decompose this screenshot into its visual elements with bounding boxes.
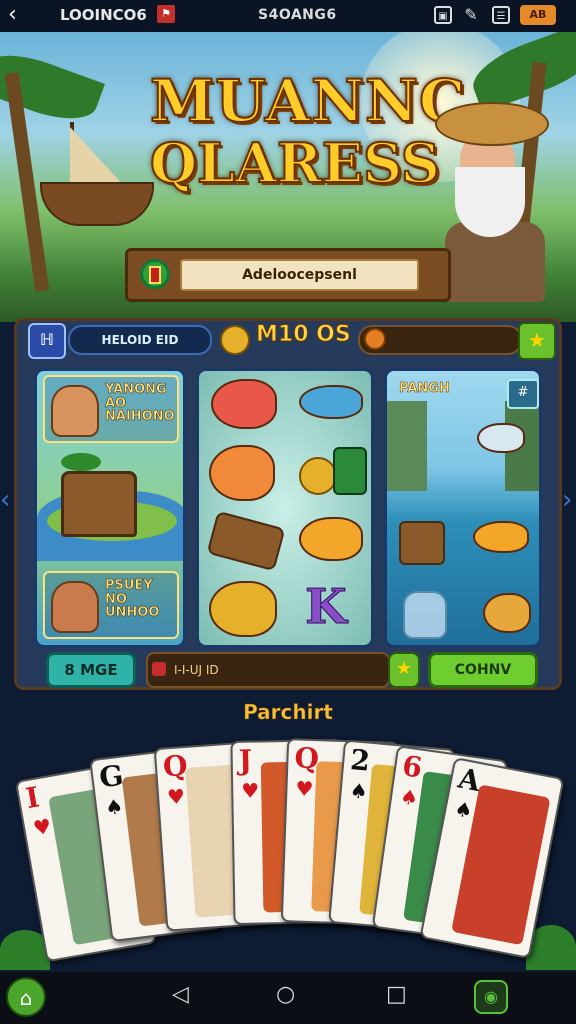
slot-top-bar: ℍ HELOID EID M10 OS ★ [20, 321, 556, 360]
character-tag-1-text: YANONG AO NAIHONO [105, 382, 175, 425]
cliff-left [387, 401, 427, 491]
home-icon[interactable]: ⌂ [6, 977, 46, 1017]
card-rank: Q [161, 748, 189, 784]
boat-icon [40, 182, 154, 226]
character-hat [435, 102, 549, 146]
star-button[interactable]: ★ [518, 322, 556, 360]
nav-right-arrow-icon[interactable]: › [562, 480, 576, 520]
card-suit-icon: ♥ [31, 813, 54, 841]
card-rank: J [238, 743, 253, 777]
red-fish-symbol[interactable] [211, 379, 277, 429]
app-title: LOOINCO6 [60, 6, 147, 24]
screen-icon[interactable]: ▣ [434, 6, 452, 24]
boat-sail [70, 127, 125, 187]
palm-icon [61, 453, 101, 471]
back-triangle-icon[interactable]: ◁ [172, 982, 189, 1007]
bottle-icon [403, 591, 447, 639]
reel-panel-2: K [196, 368, 374, 648]
k-symbol[interactable]: K [305, 579, 348, 636]
back-arrow-icon[interactable]: ‹ [8, 2, 17, 27]
card-rank: I [23, 780, 42, 816]
pen-icon[interactable]: ✎ [462, 6, 480, 24]
home-circle-icon[interactable]: ○ [276, 982, 295, 1007]
card-suit-icon: ♥ [241, 778, 260, 803]
nav-left-arrow-icon[interactable]: ‹ [0, 480, 14, 520]
yellow-fish-symbol[interactable] [209, 581, 277, 637]
log-symbol[interactable] [206, 510, 286, 572]
game-title-line2: QLARESS [149, 131, 441, 195]
game-title: MUANNC QLARESS [149, 67, 467, 195]
top-center-text: S4OANG6 [258, 7, 337, 23]
message-banner[interactable]: Adeloocepsenl [125, 248, 451, 302]
level-icon[interactable]: ℍ [28, 323, 66, 359]
gold-coins-symbol[interactable] [299, 457, 337, 495]
card-rank: 2 [349, 743, 372, 778]
panel-3-title: PANGH [399, 381, 450, 397]
bet-bar[interactable]: I-I-UJ ID [146, 652, 390, 688]
progress-bar [358, 325, 522, 355]
banner-red-button-icon[interactable] [140, 259, 170, 289]
system-nav-bar: ⌂ ◁ ○ □ ◉ [0, 972, 576, 1024]
card-rank: G [97, 758, 126, 795]
top-bar: ‹ LOOINCO6 ⚑ S4OANG6 ▣ ✎ ☰ AB [0, 0, 576, 32]
card-suit-icon: ♥ [166, 784, 186, 810]
flag-icon: ⚑ [157, 5, 175, 23]
gold-fish-symbol[interactable] [299, 517, 363, 561]
character-beard [455, 167, 525, 237]
character-tag-2-text: PSUEY NO UNHOO [105, 578, 160, 621]
reel-panel-1: YANONG AO NAIHONO PSUEY NO UNHOO [34, 368, 186, 648]
character-portrait [51, 385, 99, 437]
card-suit-icon: ♠ [452, 796, 475, 824]
gold-fish-icon [483, 593, 531, 633]
bet-text: I-I-UJ ID [174, 663, 219, 677]
spin-button[interactable]: COHNV [428, 652, 538, 688]
coin-icon [220, 325, 250, 355]
game-title-line1: MUANNC [149, 67, 467, 135]
blue-fish-symbol[interactable] [299, 385, 363, 419]
treasure-pot-icon [399, 521, 445, 565]
character-tag-1[interactable]: YANONG AO NAIHONO [43, 375, 179, 443]
treasure-chest-icon [61, 471, 137, 537]
silver-fish-icon [477, 423, 525, 453]
card-suit-icon: ♠ [398, 784, 420, 811]
card-suit-icon: ♥ [295, 776, 314, 802]
orange-coin-icon [364, 328, 386, 350]
panel-3-icon[interactable]: # [507, 379, 539, 409]
character-tag-2[interactable]: PSUEY NO UNHOO [43, 571, 179, 639]
score-display: M10 OS [256, 322, 352, 348]
bonus-star-button[interactable]: ★ [388, 652, 420, 688]
recents-square-icon[interactable]: □ [386, 982, 407, 1007]
menu-icon[interactable]: ☰ [492, 6, 510, 24]
money-jar-symbol[interactable] [333, 447, 367, 495]
card-rank: 6 [400, 749, 425, 785]
character-portrait [51, 581, 99, 633]
more-button[interactable]: 8 MGE [46, 652, 136, 688]
orange-fish-symbol[interactable] [209, 445, 275, 501]
old-fisherman-character [435, 92, 549, 302]
banner-text: Adeloocepsenl [180, 259, 419, 291]
card-rank: Q [293, 741, 320, 776]
gamepad-icon[interactable]: ◉ [474, 980, 508, 1014]
card-suit-icon: ♠ [103, 793, 125, 820]
coin-button[interactable]: AB [520, 5, 556, 25]
reel-panel-3: PANGH # [384, 368, 542, 648]
game-header: MUANNC QLARESS Adeloocepsenl [0, 32, 576, 322]
bet-indicator-icon [152, 662, 166, 676]
card-suit-icon: ♠ [348, 778, 369, 804]
cards-heading: Parchirt [243, 700, 333, 725]
level-label: HELOID EID [68, 325, 212, 355]
gold-fish-icon [473, 521, 529, 553]
